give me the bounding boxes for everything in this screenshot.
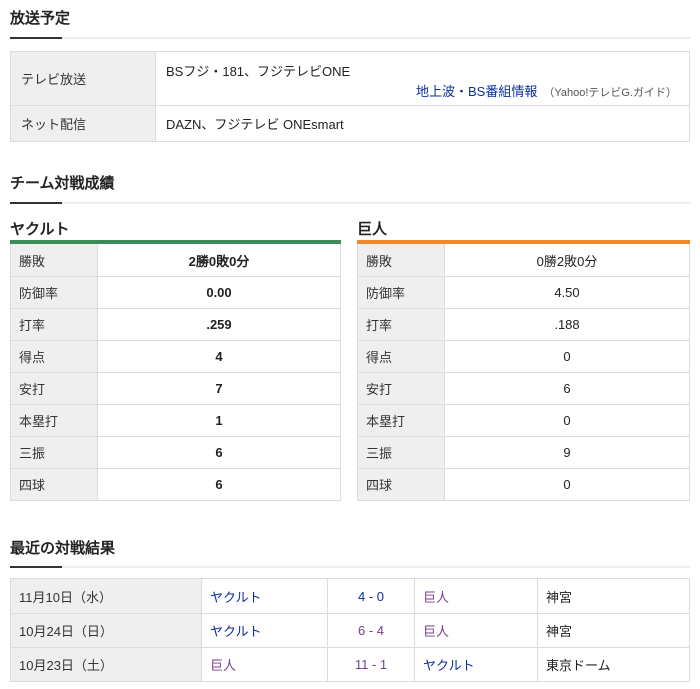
away-stat-row: 得点 0: [358, 340, 689, 372]
home-stat-value: 6: [98, 469, 340, 500]
away-team-name: 巨人: [357, 221, 388, 238]
away-stat-value: 4.50: [445, 277, 689, 308]
home-stat-value: 2勝0敗0分: [98, 244, 340, 276]
result-team2-link[interactable]: ヤクルト: [415, 648, 538, 681]
result-score-link[interactable]: 4 - 0: [328, 579, 415, 613]
tv-guide: 地上波・BS番組情報 （Yahoo!テレビG.ガイド）: [416, 81, 677, 100]
result-team2-link[interactable]: 巨人: [415, 614, 538, 647]
away-stat-row: 安打 6: [358, 372, 689, 404]
home-stat-label: 安打: [11, 373, 98, 404]
result-date: 10月23日（土）: [11, 648, 202, 681]
recent-results-table: 11月10日（水） ヤクルト 4 - 0 巨人 神宮 10月24日（日） ヤクルト 6 - 4…: [10, 578, 690, 682]
result-row: 10月23日（土） 巨人 11 - 1 ヤクルト 東京ドーム: [11, 647, 689, 681]
home-stat-row: 防御率 0.00: [11, 276, 340, 308]
net-value: DAZN、フジテレビ ONEsmart: [156, 106, 689, 141]
home-stat-value: 4: [98, 341, 340, 372]
home-stat-label: 得点: [11, 341, 98, 372]
away-stat-label: 勝敗: [358, 244, 445, 276]
tv-guide-link[interactable]: 地上波・BS番組情報: [416, 81, 537, 100]
away-stat-label: 四球: [358, 469, 445, 500]
away-stat-row: 三振 9: [358, 436, 689, 468]
away-stat-label: 安打: [358, 373, 445, 404]
recent-title: 最近の対戦結果: [10, 540, 116, 557]
broadcast-title-rule: [10, 37, 690, 39]
broadcast-title: 放送予定: [10, 10, 71, 27]
home-stat-row: 勝敗 2勝0敗0分: [11, 244, 340, 276]
away-stat-value: 0: [445, 405, 689, 436]
away-stat-value: 0勝2敗0分: [445, 244, 689, 276]
recent-title-rule: [10, 566, 690, 568]
broadcast-row-net: ネット配信 DAZN、フジテレビ ONEsmart: [11, 106, 689, 141]
result-date: 11月10日（水）: [11, 579, 202, 613]
home-stat-label: 防御率: [11, 277, 98, 308]
away-stat-row: 打率 .188: [358, 308, 689, 340]
result-venue: 神宮: [538, 579, 689, 613]
home-stat-row: 安打 7: [11, 372, 340, 404]
home-stat-row: 本塁打 1: [11, 404, 340, 436]
home-stat-label: 本塁打: [11, 405, 98, 436]
home-stat-row: 四球 6: [11, 468, 340, 500]
away-stat-label: 三振: [358, 437, 445, 468]
away-stats-table: 勝敗 0勝2敗0分 防御率 4.50 打率 .188 得点 0 安打 6 本塁打 0 三振 9 四球 0: [357, 244, 690, 501]
result-date: 10月24日（日）: [11, 614, 202, 647]
result-row: 10月24日（日） ヤクルト 6 - 4 巨人 神宮: [11, 613, 689, 647]
home-stat-value: 0.00: [98, 277, 340, 308]
tv-guide-note: （Yahoo!テレビG.ガイド）: [543, 87, 677, 99]
home-stat-label: 勝敗: [11, 244, 98, 276]
home-stat-value: .259: [98, 309, 340, 340]
broadcast-table: テレビ放送 BSフジ・181、フジテレビONE 地上波・BS番組情報 （Yaho…: [10, 51, 690, 142]
tv-value: BSフジ・181、フジテレビONE: [166, 64, 351, 79]
away-stat-label: 本塁打: [358, 405, 445, 436]
home-team-name: ヤクルト: [10, 221, 70, 238]
home-stat-label: 三振: [11, 437, 98, 468]
away-stat-value: .188: [445, 309, 689, 340]
away-stat-label: 打率: [358, 309, 445, 340]
result-venue: 東京ドーム: [538, 648, 689, 681]
broadcast-row-tv: テレビ放送 BSフジ・181、フジテレビONE 地上波・BS番組情報 （Yaho…: [11, 52, 689, 106]
net-label: ネット配信: [11, 106, 156, 141]
result-venue: 神宮: [538, 614, 689, 647]
away-stat-value: 9: [445, 437, 689, 468]
result-score-link[interactable]: 11 - 1: [328, 648, 415, 681]
matchup-title: チーム対戦成績: [10, 175, 115, 192]
away-stat-value: 0: [445, 469, 689, 500]
away-stat-value: 6: [445, 373, 689, 404]
home-stat-row: 打率 .259: [11, 308, 340, 340]
tv-label: テレビ放送: [11, 52, 156, 105]
away-stat-value: 0: [445, 341, 689, 372]
matchup-title-rule: [10, 202, 690, 204]
result-team1-link[interactable]: ヤクルト: [202, 579, 328, 613]
home-stat-value: 1: [98, 405, 340, 436]
away-stat-row: 防御率 4.50: [358, 276, 689, 308]
home-stat-value: 6: [98, 437, 340, 468]
home-stat-label: 四球: [11, 469, 98, 500]
result-team1-link[interactable]: 巨人: [202, 648, 328, 681]
home-stat-label: 打率: [11, 309, 98, 340]
home-stat-row: 得点 4: [11, 340, 340, 372]
home-stat-value: 7: [98, 373, 340, 404]
away-stat-label: 防御率: [358, 277, 445, 308]
tv-cell: BSフジ・181、フジテレビONE 地上波・BS番組情報 （Yahoo!テレビG…: [156, 52, 689, 105]
away-stat-row: 本塁打 0: [358, 404, 689, 436]
away-stat-label: 得点: [358, 341, 445, 372]
home-stats-table: 勝敗 2勝0敗0分 防御率 0.00 打率 .259 得点 4 安打 7 本塁打 1 三振 6 四球 6: [10, 244, 341, 501]
away-stat-row: 四球 0: [358, 468, 689, 500]
result-team2-link[interactable]: 巨人: [415, 579, 538, 613]
home-stat-row: 三振 6: [11, 436, 340, 468]
away-stat-row: 勝敗 0勝2敗0分: [358, 244, 689, 276]
result-team1-link[interactable]: ヤクルト: [202, 614, 328, 647]
result-row: 11月10日（水） ヤクルト 4 - 0 巨人 神宮: [11, 579, 689, 613]
result-score-link[interactable]: 6 - 4: [328, 614, 415, 647]
